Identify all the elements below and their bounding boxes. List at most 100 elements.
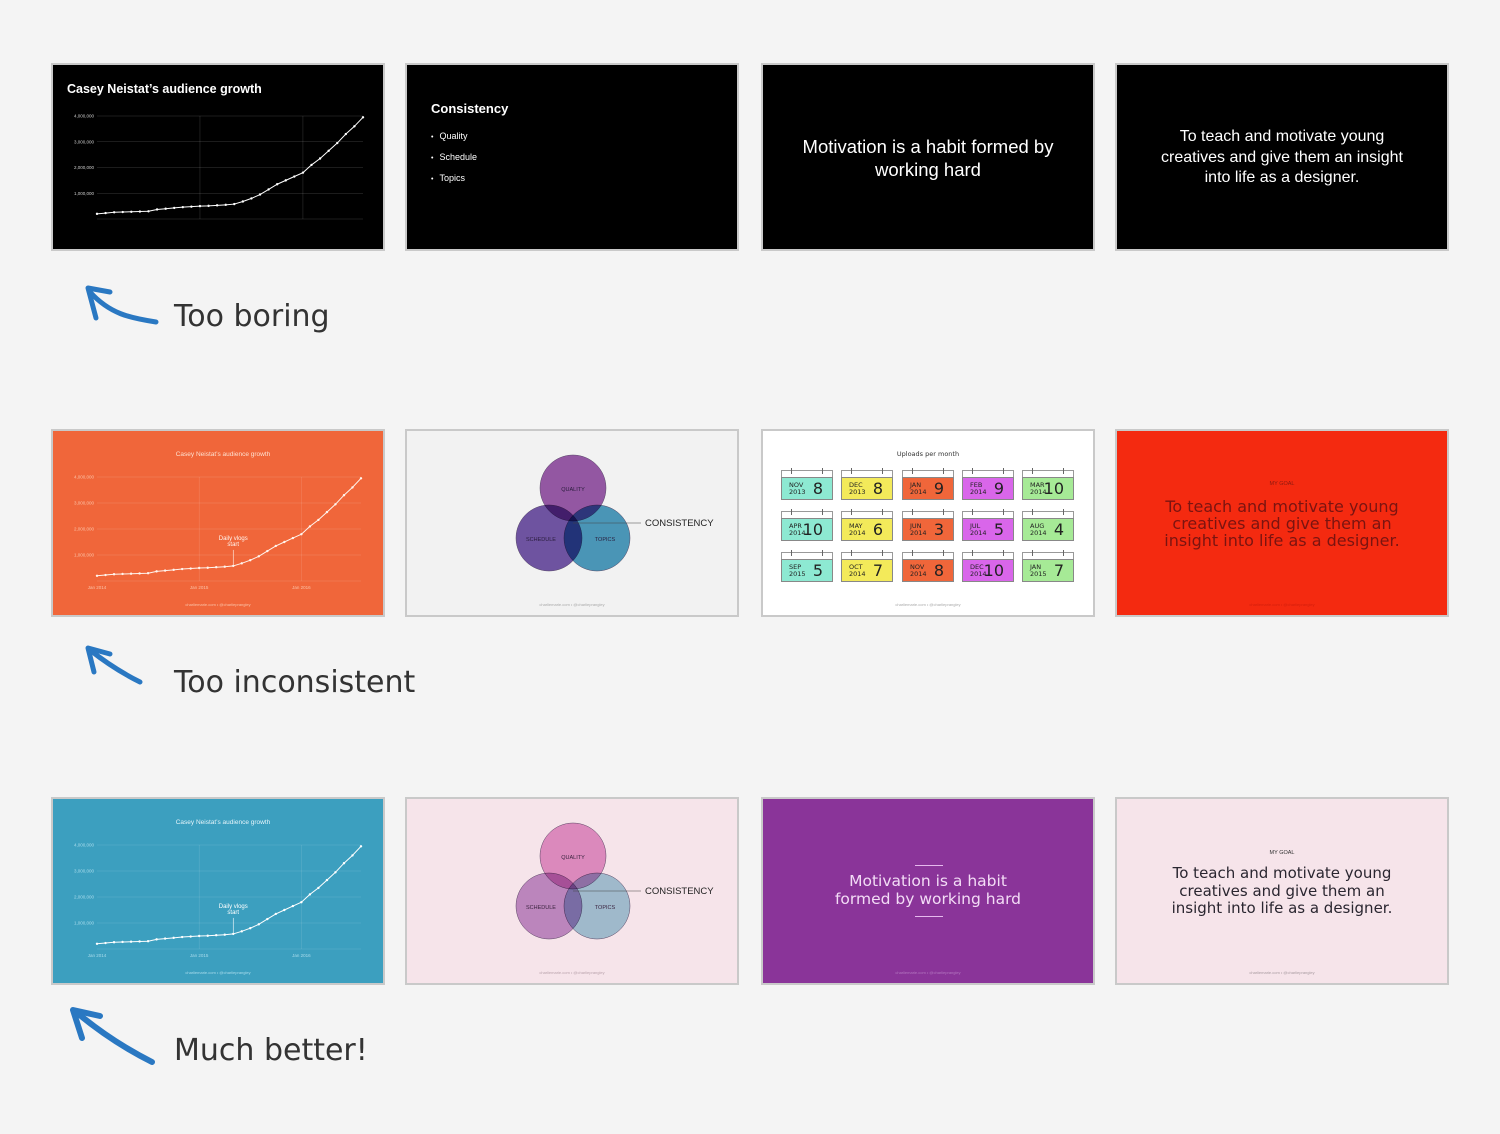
month-year: 2015 <box>1030 570 1047 578</box>
motivation-quote: Motivation is a habit formed by working … <box>834 872 1022 908</box>
month-label: JAN 2015 <box>1030 564 1047 578</box>
calendar-ring <box>791 509 792 515</box>
slide-pink-goal[interactable]: MY GOAL To teach and motivate young crea… <box>1115 797 1449 985</box>
data-point <box>361 116 365 119</box>
x-tick-label: Jan 2016 <box>292 953 311 958</box>
motivation-quote: Motivation is a habit formed by working … <box>802 136 1054 180</box>
month-year: 2014 <box>970 529 987 537</box>
month-year: 2013 <box>849 488 866 496</box>
data-point <box>129 572 133 575</box>
data-point <box>241 200 245 203</box>
slide-orange-growth-chart[interactable]: Casey Neistat’s audience growth 1,000,00… <box>51 429 385 617</box>
y-tick-label: 3,000,000 <box>74 869 95 874</box>
data-point <box>207 204 210 208</box>
calendar-top <box>1022 550 1074 559</box>
calendar-body: NOV 2014 8 <box>902 559 954 582</box>
calendar-tile: DEC 2013 8 <box>841 468 893 500</box>
calendar-ring <box>1003 468 1004 474</box>
calendar-ring <box>1032 550 1033 556</box>
bullet-item: Schedule <box>431 152 477 162</box>
month-year: 2014 <box>849 529 866 537</box>
slide-title: Consistency <box>431 101 509 116</box>
data-point <box>274 912 278 916</box>
data-point <box>351 486 354 489</box>
calendar-top <box>841 468 893 477</box>
slide-boring-goal[interactable]: To teach and motivate young creatives an… <box>1115 63 1449 251</box>
calendar-ring <box>822 509 823 515</box>
calendar-ring <box>972 468 973 474</box>
slide-uploads-per-month[interactable]: Uploads per month NOV 2013 8 DEC 2013 8 JAN 201… <box>761 429 1095 617</box>
month-label: DEC 2013 <box>849 482 866 496</box>
goal-text: To teach and motivate young creatives an… <box>1161 128 1403 186</box>
data-point <box>301 171 305 174</box>
slide-pink-venn[interactable]: QUALITY SCHEDULE TOPICS CONSISTENCY charlie… <box>405 797 739 985</box>
data-point <box>95 574 99 577</box>
data-point <box>163 937 167 940</box>
uploads-title: Uploads per month <box>896 450 960 458</box>
data-point <box>155 938 158 941</box>
calendar-top <box>1022 468 1074 477</box>
slide-teal-growth-chart[interactable]: Casey Neistat’s audience growth 1,000,00… <box>51 797 385 985</box>
calendar-ring <box>791 550 792 556</box>
slide-footer: charliemarie.com • @charlieprangley <box>539 602 605 607</box>
slide-boring-growth-chart[interactable]: Casey Neistat’s audience growth 1,000,00… <box>51 63 385 251</box>
y-tick-label: 2,000,000 <box>74 895 95 900</box>
data-point <box>223 565 226 568</box>
calendar-top <box>902 468 954 477</box>
data-point <box>180 567 184 571</box>
data-point <box>342 494 346 497</box>
data-point <box>112 941 116 944</box>
month-year: 2014 <box>1030 529 1047 537</box>
data-point <box>223 933 226 936</box>
data-point <box>240 562 243 565</box>
data-point <box>249 927 252 930</box>
data-point <box>146 940 150 943</box>
upload-count: 5 <box>812 561 823 580</box>
month-label: NOV 2013 <box>789 482 806 496</box>
month-label: JUN 2014 <box>910 523 927 537</box>
upload-count: 7 <box>1053 561 1064 580</box>
data-point <box>334 871 337 874</box>
slide-boring-motivation[interactable]: Motivation is a habit formed by working … <box>761 63 1095 251</box>
data-point <box>359 845 363 848</box>
y-tick-label: 1,000,000 <box>74 553 95 558</box>
slide-boring-consistency[interactable]: Consistency Quality Schedule Topics <box>405 63 739 251</box>
data-point <box>215 204 219 207</box>
data-point <box>104 573 107 577</box>
upload-count: 3 <box>933 520 944 539</box>
data-point <box>258 193 262 196</box>
data-point <box>266 917 269 921</box>
slide-purple-motivation[interactable]: Motivation is a habit formed by working … <box>761 797 1095 985</box>
data-point <box>308 525 312 528</box>
calendar-ring <box>943 550 944 556</box>
calendar-body: SEP 2015 5 <box>781 559 833 582</box>
calendar-tile: FEB 2014 9 <box>962 468 1014 500</box>
chart-title: Casey Neistat’s audience growth <box>67 82 262 96</box>
upload-count: 4 <box>1053 520 1064 539</box>
calendar-body: JAN 2014 9 <box>902 477 954 500</box>
slide-red-goal[interactable]: MY GOAL To teach and motivate young crea… <box>1115 429 1449 617</box>
data-point <box>155 570 158 573</box>
data-point <box>325 510 329 514</box>
calendar-ring <box>912 468 913 474</box>
data-point <box>112 573 116 576</box>
slide-footer: charliemarie.com • @charlieprangley <box>185 970 251 975</box>
calendar-body: JUN 2014 3 <box>902 518 954 541</box>
calendar-ring <box>912 550 913 556</box>
data-point <box>300 901 303 904</box>
month-label: NOV 2014 <box>910 564 927 578</box>
slide-gray-venn[interactable]: QUALITY SCHEDULE TOPICS CONSISTENCY charlie… <box>405 429 739 617</box>
month-year: 2013 <box>789 488 806 496</box>
calendar-tile: APR 2014 10 <box>781 509 833 541</box>
calendar-body: MAR 2014 10 <box>1022 477 1074 500</box>
upload-count: 7 <box>872 561 883 580</box>
upload-count: 8 <box>933 561 944 580</box>
slide-footer: charliemarie.com • @charlieprangley <box>1249 602 1315 607</box>
calendar-tile: JAN 2015 7 <box>1022 550 1074 582</box>
calendar-tile: MAY 2014 6 <box>841 509 893 541</box>
data-point <box>138 572 141 575</box>
data-point <box>130 210 133 213</box>
data-point <box>325 878 329 882</box>
bullet-list: Quality Schedule Topics <box>431 131 477 194</box>
calendar-ring <box>851 550 852 556</box>
